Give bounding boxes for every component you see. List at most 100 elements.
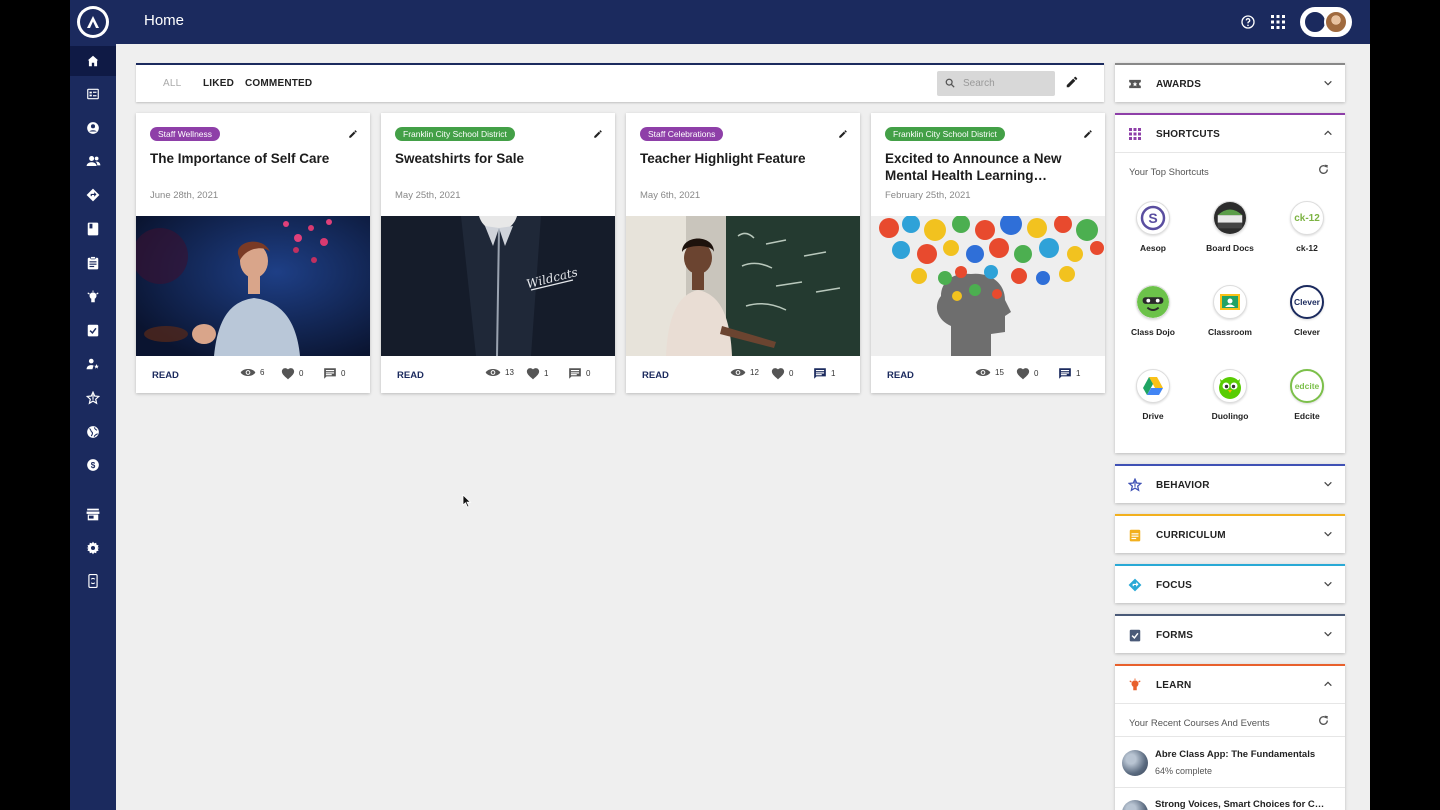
abre-logo[interactable] <box>77 6 109 38</box>
shortcut-ck-12[interactable]: ck-12 ck-12 <box>1272 201 1342 273</box>
comments-count[interactable]: 0 <box>323 367 345 380</box>
settings-gear-icon[interactable] <box>70 533 116 563</box>
post-date: May 6th, 2021 <box>640 190 701 201</box>
comments-value: 0 <box>586 369 591 378</box>
post-tag[interactable]: Staff Celebrations <box>640 127 724 141</box>
svg-text:$: $ <box>91 461 96 470</box>
person-star-icon[interactable] <box>70 349 116 379</box>
account-circle-icon[interactable] <box>70 113 116 143</box>
heart-icon[interactable] <box>1016 367 1030 380</box>
eye-icon <box>485 369 501 376</box>
edit-pencil-icon[interactable] <box>348 126 358 144</box>
dashboard-list-icon[interactable] <box>70 79 116 109</box>
shortcut-duolingo[interactable]: Duolingo <box>1195 369 1265 441</box>
shortcut-class-dojo[interactable]: Class Dojo <box>1118 285 1188 357</box>
edit-pencil-icon[interactable] <box>1065 75 1079 94</box>
learn-panel-header[interactable]: LEARN <box>1115 666 1345 703</box>
shortcut-drive[interactable]: Drive <box>1118 369 1188 441</box>
post-image-speaker-on-stage[interactable] <box>136 216 370 356</box>
course-item[interactable]: Abre Class App: The Fundamentals 64% com… <box>1115 739 1345 787</box>
post-tag[interactable]: Staff Wellness <box>150 127 221 141</box>
post-image-sweatshirt[interactable]: Wildcats <box>381 216 615 356</box>
course-item[interactable]: Strong Voices, Smart Choices for C… <box>1115 789 1345 810</box>
post-title[interactable]: Teacher Highlight Feature <box>640 150 840 167</box>
read-button[interactable]: READ <box>397 370 424 381</box>
clipboard-icon[interactable] <box>70 248 116 278</box>
phone-rotate-icon[interactable] <box>70 566 116 596</box>
post-image-teacher-at-chalkboard[interactable] <box>626 216 860 356</box>
post-card[interactable]: Staff Celebrations Teacher Highlight Fea… <box>626 113 860 393</box>
edit-pencil-icon[interactable] <box>593 126 603 144</box>
post-card[interactable]: Franklin City School District Excited to… <box>871 113 1105 393</box>
book-icon[interactable] <box>70 214 116 244</box>
post-tag[interactable]: Franklin City School District <box>395 127 515 141</box>
globe-icon[interactable] <box>70 417 116 447</box>
comments-count[interactable]: 1 <box>813 367 835 380</box>
assignment-check-icon[interactable] <box>70 315 116 345</box>
chevron-up-icon[interactable] <box>1323 128 1333 138</box>
likes-count[interactable]: 0 <box>1016 367 1038 380</box>
search-input[interactable]: Search <box>937 71 1055 96</box>
curriculum-panel-header[interactable]: CURRICULUM <box>1115 516 1345 553</box>
assignment-check-icon <box>1129 629 1141 642</box>
edcite-logo-icon: edcite <box>1290 369 1324 403</box>
awards-panel-header[interactable]: AWARDS <box>1115 65 1345 102</box>
help-circle-icon[interactable] <box>1238 12 1258 32</box>
filter-liked[interactable]: LIKED <box>203 78 234 89</box>
home-icon[interactable] <box>70 46 116 76</box>
comment-icon[interactable] <box>1058 367 1072 380</box>
comments-count[interactable]: 1 <box>1058 367 1080 380</box>
account-avatars[interactable] <box>1300 7 1352 37</box>
refresh-icon[interactable] <box>1317 163 1330 176</box>
comment-icon[interactable] <box>813 367 827 380</box>
apps-grid-icon[interactable] <box>1268 12 1288 32</box>
chevron-down-icon[interactable] <box>1323 629 1333 639</box>
comment-icon[interactable] <box>323 367 337 380</box>
filter-commented[interactable]: COMMENTED <box>245 78 312 89</box>
shortcut-clever[interactable]: Clever Clever <box>1272 285 1342 357</box>
shortcuts-panel-header[interactable]: SHORTCUTS <box>1115 115 1345 152</box>
chevron-down-icon[interactable] <box>1323 529 1333 539</box>
read-button[interactable]: READ <box>887 370 914 381</box>
shortcut-classroom[interactable]: Classroom <box>1195 285 1265 357</box>
forms-panel-header[interactable]: FORMS <box>1115 616 1345 653</box>
chevron-down-icon[interactable] <box>1323 579 1333 589</box>
post-title[interactable]: Sweatshirts for Sale <box>395 150 595 167</box>
behavior-panel-header[interactable]: BEHAVIOR <box>1115 466 1345 503</box>
dollar-icon[interactable]: $ <box>70 450 116 480</box>
shortcut-edcite[interactable]: edcite Edcite <box>1272 369 1342 441</box>
people-icon[interactable] <box>70 146 116 176</box>
read-button[interactable]: READ <box>152 370 179 381</box>
filter-all[interactable]: ALL <box>163 78 181 89</box>
post-tag[interactable]: Franklin City School District <box>885 127 1005 141</box>
edit-pencil-icon[interactable] <box>1083 126 1093 144</box>
post-title[interactable]: Excited to Announce a New Mental Health … <box>885 150 1085 184</box>
post-image-paper-head[interactable] <box>871 216 1105 356</box>
directions-diamond-icon[interactable] <box>70 180 116 210</box>
likes-count[interactable]: 1 <box>526 367 548 380</box>
focus-panel-header[interactable]: FOCUS <box>1115 566 1345 603</box>
lightbulb-icon[interactable] <box>70 282 116 312</box>
heart-icon[interactable] <box>771 367 785 380</box>
store-icon[interactable] <box>70 499 116 529</box>
post-card[interactable]: Staff Wellness The Importance of Self Ca… <box>136 113 370 393</box>
chevron-down-icon[interactable] <box>1323 78 1333 88</box>
shortcut-aesop[interactable]: S Aesop <box>1118 201 1188 273</box>
post-card[interactable]: Franklin City School District Sweatshirt… <box>381 113 615 393</box>
likes-count[interactable]: 0 <box>771 367 793 380</box>
directions-diamond-icon <box>1128 578 1142 592</box>
post-title[interactable]: The Importance of Self Care <box>150 150 350 167</box>
chevron-up-icon[interactable] <box>1323 679 1333 689</box>
heart-icon[interactable] <box>526 367 540 380</box>
refresh-icon[interactable] <box>1317 714 1330 727</box>
chevron-down-icon[interactable] <box>1323 479 1333 489</box>
comment-icon[interactable] <box>568 367 582 380</box>
learn-subtitle: Your Recent Courses And Events <box>1129 718 1270 729</box>
read-button[interactable]: READ <box>642 370 669 381</box>
star-outline-icon[interactable] <box>70 383 116 413</box>
heart-icon[interactable] <box>281 367 295 380</box>
shortcut-board-docs[interactable]: Board Docs <box>1195 201 1265 273</box>
likes-count[interactable]: 0 <box>281 367 303 380</box>
comments-count[interactable]: 0 <box>568 367 590 380</box>
edit-pencil-icon[interactable] <box>838 126 848 144</box>
